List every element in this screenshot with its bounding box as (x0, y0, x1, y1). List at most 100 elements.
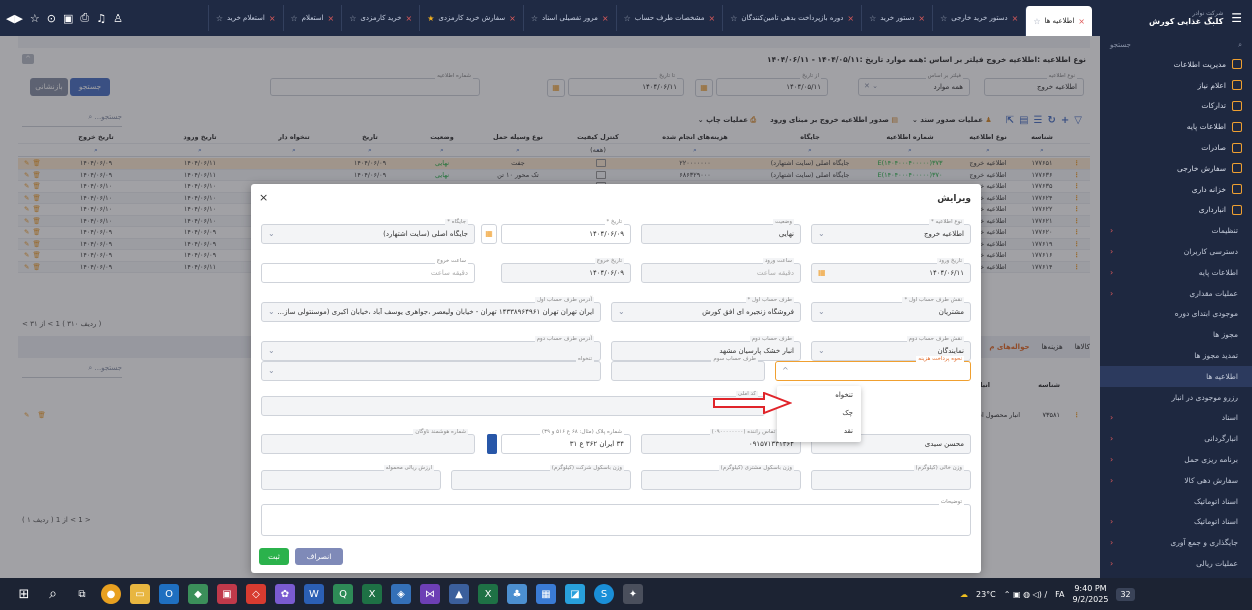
vs-icon[interactable]: ⋈ (420, 584, 440, 604)
close-icon[interactable]: × (847, 14, 854, 23)
windows-start-icon[interactable]: ⊞ (14, 584, 34, 604)
tab-purchase-inquiry[interactable]: × استعلام خرید ☆ (207, 5, 283, 31)
task-view-icon[interactable]: ⧉ (72, 584, 92, 604)
sidebar-item[interactable]: اطلاعیه ها (1100, 365, 1252, 387)
sidebar-item[interactable]: تدارکات (1100, 96, 1252, 117)
sidebar-item[interactable]: دسترسی کاربران ‹ (1100, 241, 1252, 262)
app-icon[interactable]: Q (333, 584, 353, 604)
tab-debt-period[interactable]: × دوره بازپرداخت بدهی تامین‌کنندگان ☆ (722, 5, 861, 31)
chrome-icon[interactable]: ● (101, 584, 121, 604)
sidebar-item[interactable]: رزرو موجودی در انبار (1100, 387, 1252, 408)
sidebar-item[interactable]: سفارش خارجی (1100, 158, 1252, 179)
option-cash[interactable]: نقد (777, 422, 861, 440)
tab-doc-review[interactable]: × مرور تفصیلی اسناد ☆ (522, 5, 616, 31)
party1-address-field[interactable]: آدرس طرف حساب اول ایران تهران تهران ۱۴۳۳۸… (261, 297, 601, 322)
outlook-icon[interactable]: O (159, 584, 179, 604)
tab-notices[interactable]: × اطلاعیه ها ☆ (1025, 6, 1092, 36)
excel-icon[interactable]: X (478, 584, 498, 604)
star-filled-icon[interactable]: ★ (427, 14, 434, 23)
sidebar-item[interactable]: سفارش دهی کالا ‹ (1100, 470, 1252, 491)
sidebar-item[interactable]: اسناد اتوماتیک ‹ (1100, 512, 1252, 533)
sidebar-item[interactable]: تنظیمات ‹ (1100, 220, 1252, 241)
sidebar-item[interactable]: اعلام نیاز (1100, 75, 1252, 96)
menu-icon[interactable]: ☰ (1231, 11, 1242, 25)
tab-commission-purchase[interactable]: × خرید کارمزدی ☆ (341, 5, 419, 31)
search-icon[interactable]: ⌕ (43, 584, 63, 604)
payment-method-select[interactable]: نحوه پرداخت هزینه ^ (775, 356, 971, 381)
notification-icon[interactable]: 32 (1116, 587, 1135, 601)
print-icon[interactable]: ⎙ (80, 11, 89, 25)
place-field[interactable]: جایگاه * جایگاه اصلی (سایت اشتهارد) ⌄ (261, 219, 475, 244)
app-icon[interactable]: ◈ (391, 584, 411, 604)
anydesk-icon[interactable]: ◇ (246, 584, 266, 604)
cancel-button[interactable]: انصراف (295, 548, 343, 565)
tab-scroll-icon[interactable]: ◀▶ (6, 12, 23, 25)
company-weight-field[interactable]: وزن باسکول شرکت (کیلوگرم) (451, 465, 631, 490)
sidebar-item[interactable]: اسناد اتوماتیک (1100, 491, 1252, 512)
empty-weight-field[interactable]: وزن خالی (کیلوگرم) (811, 465, 971, 490)
close-icon[interactable]: × (1078, 17, 1085, 26)
customer-weight-field[interactable]: وزن باسکول مشتری (کیلوگرم) (641, 465, 801, 490)
sidebar-item[interactable]: اسناد ‹ (1100, 408, 1252, 429)
close-icon[interactable]: × (1012, 14, 1019, 23)
sidebar-item[interactable]: تمدید مجوز ها (1100, 345, 1252, 366)
close-icon[interactable]: × (328, 14, 335, 23)
notes-textarea[interactable]: توضیحات (261, 499, 971, 536)
smart-number-field[interactable]: شماره هوشمند ناوگان (261, 429, 475, 454)
sidebar-item[interactable]: عملیات مقداری ‹ (1100, 283, 1252, 304)
close-icon[interactable]: × (269, 14, 276, 23)
close-icon[interactable]: × (259, 191, 268, 204)
party1-field[interactable]: طرف حساب اول * فروشگاه زنجیره ای افق کورش… (611, 297, 801, 322)
close-icon[interactable]: × (509, 14, 516, 23)
app-icon[interactable]: ◪ (565, 584, 585, 604)
star-icon[interactable]: ☆ (624, 14, 631, 23)
tray-icons[interactable]: ⌃ ▣ ◍ ◁) ∕ (1004, 590, 1047, 599)
clock[interactable]: 9:40 PM 9/2/2025 (1073, 583, 1109, 605)
sidebar-item[interactable]: صادرات (1100, 137, 1252, 158)
date-field[interactable]: تاریخ * ۱۴۰۴/۰۶/۰۹ (501, 219, 631, 244)
exit-time-field[interactable]: ساعت خروج دقیقه ساعت (261, 258, 475, 283)
party1-role-field[interactable]: نقش طرف حساب اول * مشتریان ⌄ (811, 297, 971, 322)
file-explorer-icon[interactable]: ▭ (130, 584, 150, 604)
star-icon[interactable]: ☆ (1033, 17, 1040, 26)
app-icon[interactable]: ◆ (188, 584, 208, 604)
sidebar-item[interactable]: موجودی ابتدای دوره (1100, 304, 1252, 325)
national-code-field[interactable]: کد املی (261, 391, 765, 416)
star-icon[interactable]: ☆ (730, 14, 737, 23)
sidebar-item[interactable]: برنامه ریزی حمل ‹ (1100, 449, 1252, 470)
tab-party-details[interactable]: × مشخصات طرف حساب ☆ (615, 5, 723, 31)
star-icon[interactable]: ☆ (869, 14, 876, 23)
star-icon[interactable]: ☆ (940, 14, 947, 23)
calendar-icon[interactable]: ▦ (481, 224, 497, 244)
star-icon[interactable]: ☆ (216, 14, 223, 23)
star-icon[interactable]: ☆ (349, 14, 356, 23)
submit-button[interactable]: ثبت (259, 548, 289, 565)
close-icon[interactable]: × (602, 14, 609, 23)
close-icon[interactable]: × (406, 14, 413, 23)
cargo-value-field[interactable]: ارزش ریالی محموله (261, 465, 441, 490)
tab-foreign-order[interactable]: × دستور خرید خارجی ☆ (932, 5, 1025, 31)
sidebar-item[interactable]: مدیریت اطلاعات (1100, 54, 1252, 75)
tab-purchase-order[interactable]: × دستور خرید ☆ (861, 5, 932, 31)
sidebar-item[interactable]: اطلاعات پایه (1100, 116, 1252, 137)
sidebar-item[interactable]: مجوز ها (1100, 324, 1252, 345)
sidebar-item[interactable]: انبارگردانی ‹ (1100, 428, 1252, 449)
help-icon[interactable]: ⊙ (47, 12, 56, 25)
skype-icon[interactable]: S (594, 584, 614, 604)
sidebar-item[interactable]: جایگذاری و جمع آوری ‹ (1100, 532, 1252, 553)
party3-field[interactable]: طرف حساب سوم (611, 356, 765, 381)
sidebar-item[interactable]: انبارداری (1100, 200, 1252, 221)
notice-type-field[interactable]: نوع اطلاعیه * اطلاعیه خروج ⌄ (811, 219, 971, 244)
tab-inquiry[interactable]: × استعلام ☆ (282, 5, 342, 31)
app-icon[interactable]: ▣ (217, 584, 237, 604)
close-icon[interactable]: × (708, 14, 715, 23)
star-icon[interactable]: ☆ (30, 12, 40, 25)
app-icon[interactable]: ▦ (536, 584, 556, 604)
close-icon[interactable]: × (918, 14, 925, 23)
bell-icon[interactable]: ♫ (96, 12, 106, 25)
weather-icon[interactable]: ☁ (960, 590, 968, 599)
app-icon[interactable]: ▲ (449, 584, 469, 604)
word-icon[interactable]: W (304, 584, 324, 604)
star-icon[interactable]: ☆ (291, 14, 298, 23)
sidebar-search[interactable]: ⌕ جستجو (1106, 36, 1246, 54)
